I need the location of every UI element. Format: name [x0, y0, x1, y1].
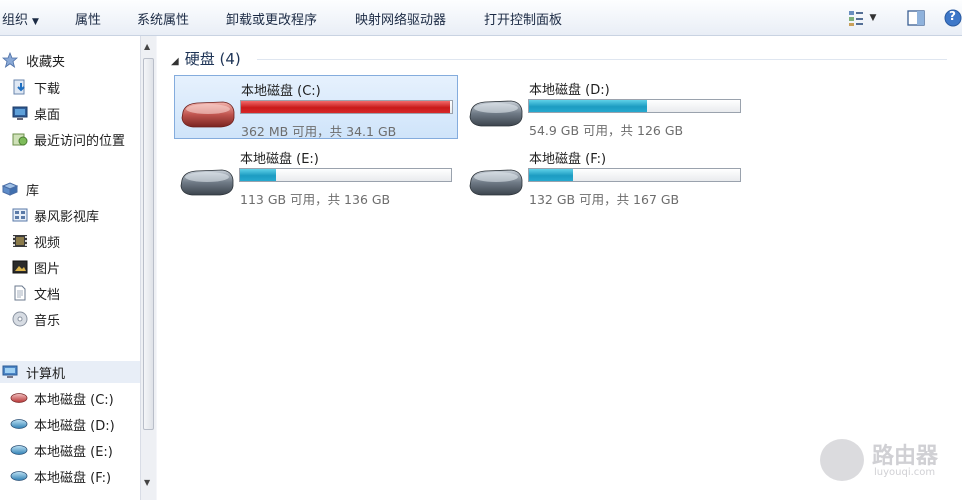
hard-drive-icon: [10, 445, 28, 455]
sidebar-item-computer[interactable]: 计算机: [0, 361, 140, 383]
download-icon: [13, 79, 25, 95]
sidebar-item-drive-d[interactable]: 本地磁盘 (D:): [0, 413, 140, 435]
recent-places-icon: [12, 133, 28, 146]
drive-free-space: 132 GB 可用，共 167 GB: [529, 192, 680, 207]
chevron-down-icon: ▼: [869, 13, 877, 23]
sidebar-item-storm-library[interactable]: 暴风影视库: [0, 204, 140, 226]
sidebar-item-label: 本地磁盘 (D:): [34, 418, 115, 434]
hard-drive-icon: [10, 419, 28, 429]
help-glyph: ?: [949, 9, 956, 23]
sidebar-item-documents[interactable]: 文档: [0, 282, 140, 304]
drive-free-space: 362 MB 可用，共 34.1 GB: [241, 124, 397, 139]
sidebar-item-label: 文档: [34, 287, 61, 303]
sidebar-item-label: 本地磁盘 (E:): [34, 444, 113, 460]
drive-usage-fill: [529, 169, 574, 181]
sidebar-item-label: 桌面: [34, 107, 61, 123]
view-icon: [848, 11, 863, 26]
drive-name: 本地磁盘 (C:): [241, 84, 321, 99]
sidebar-item-pictures[interactable]: 图片: [0, 256, 140, 278]
drive-tile-f[interactable]: 本地磁盘 (F:) 132 GB 可用，共 167 GB: [463, 144, 747, 208]
drive-usage-bar: [528, 99, 741, 113]
watermark-url: luyouqi.com: [874, 467, 936, 478]
group-divider: [257, 59, 947, 60]
system-properties-button[interactable]: 系统属性: [137, 9, 189, 28]
drive-usage-bar: [528, 168, 741, 182]
drive-usage-fill: [529, 100, 648, 112]
star-icon: [2, 52, 18, 68]
sidebar-item-downloads[interactable]: 下载: [0, 76, 140, 98]
sidebar-item-videos[interactable]: 视频: [0, 230, 140, 252]
scroll-down-icon[interactable]: ▼: [144, 478, 150, 487]
hard-drive-icon: [469, 100, 523, 127]
properties-button[interactable]: 属性: [75, 9, 101, 28]
help-button[interactable]: ?: [944, 7, 962, 29]
sidebar-item-label: 暴风影视库: [34, 209, 100, 225]
computer-icon: [2, 365, 18, 378]
preview-pane-button[interactable]: [903, 7, 929, 29]
video-icon: [13, 235, 27, 247]
watermark-title: 路由器: [872, 444, 939, 469]
drive-group-header[interactable]: ◢ 硬盘 (4): [171, 48, 241, 69]
sidebar-item-recent[interactable]: 最近访问的位置: [0, 128, 140, 150]
drive-tile-c[interactable]: 本地磁盘 (C:) 362 MB 可用，共 34.1 GB: [174, 75, 458, 139]
sidebar-item-music[interactable]: 音乐: [0, 308, 140, 330]
drive-name: 本地磁盘 (F:): [529, 152, 607, 167]
organize-label: 组织: [2, 13, 29, 28]
hard-drive-icon: [10, 393, 28, 403]
scrollbar-thumb[interactable]: [143, 58, 154, 430]
sidebar-item-label: 本地磁盘 (F:): [34, 470, 112, 486]
content-pane: ◢ 硬盘 (4) 本地磁盘 (C:) 362 MB 可用，共 34.1 GB 本地…: [157, 36, 962, 500]
drive-usage-bar: [239, 168, 452, 182]
sidebar-item-libraries[interactable]: 库: [0, 178, 140, 200]
sidebar-item-drive-c[interactable]: 本地磁盘 (C:): [0, 387, 140, 409]
drive-tile-d[interactable]: 本地磁盘 (D:) 54.9 GB 可用，共 126 GB: [463, 75, 747, 139]
sidebar-item-label: 收藏夹: [26, 54, 66, 70]
drive-tile-e[interactable]: 本地磁盘 (E:) 113 GB 可用，共 136 GB: [174, 144, 458, 208]
open-control-panel-button[interactable]: 打开控制面板: [484, 9, 562, 28]
map-network-drive-button[interactable]: 映射网络驱动器: [355, 9, 446, 28]
preview-pane-icon: [907, 10, 925, 26]
sidebar-item-drive-f[interactable]: 本地磁盘 (F:): [0, 465, 140, 487]
sidebar-item-desktop[interactable]: 桌面: [0, 102, 140, 124]
sidebar-item-drive-e[interactable]: 本地磁盘 (E:): [0, 439, 140, 461]
media-library-icon: [12, 208, 28, 222]
sidebar-item-favorites[interactable]: 收藏夹: [0, 49, 140, 71]
sidebar-item-label: 视频: [34, 235, 61, 251]
sidebar-item-label: 本地磁盘 (C:): [34, 392, 114, 408]
uninstall-program-button[interactable]: 卸载或更改程序: [226, 9, 317, 28]
drive-name: 本地磁盘 (D:): [529, 83, 610, 98]
navigation-pane: 收藏夹 下载 桌面 最近访问的位置 库 暴风影视库 视频 图片 文档 音乐 计算…: [0, 36, 140, 500]
hard-drive-icon: [180, 169, 234, 196]
watermark: 路由器 luyouqi.com: [820, 437, 955, 483]
drive-usage-fill: [240, 169, 276, 181]
organize-menu[interactable]: 组织 ▼: [2, 9, 39, 28]
router-logo-icon: [820, 439, 864, 481]
hard-drive-icon: [181, 101, 235, 128]
view-options-button[interactable]: ▼: [842, 7, 882, 29]
drive-usage-bar: [240, 100, 453, 114]
sidebar-item-label: 库: [26, 183, 40, 199]
navigation-scrollbar[interactable]: ▲ ▼: [140, 36, 156, 500]
sidebar-item-label: 图片: [34, 261, 61, 277]
chevron-down-icon: ▼: [32, 17, 39, 27]
drive-free-space: 113 GB 可用，共 136 GB: [240, 192, 391, 207]
scroll-up-icon[interactable]: ▲: [144, 42, 150, 51]
document-icon: [14, 285, 26, 301]
drive-usage-fill: [241, 101, 450, 113]
hard-drive-icon: [469, 169, 523, 196]
sidebar-item-label: 计算机: [26, 366, 66, 382]
drive-free-space: 54.9 GB 可用，共 126 GB: [529, 123, 684, 138]
sidebar-item-label: 下载: [34, 81, 61, 97]
command-bar: 组织 ▼ 属性 系统属性 卸载或更改程序 映射网络驱动器 打开控制面板 ▼ ?: [0, 0, 962, 36]
music-icon: [12, 311, 28, 327]
sidebar-item-label: 最近访问的位置: [34, 133, 126, 149]
group-title: 硬盘 (4): [184, 50, 241, 68]
collapse-triangle-icon: ◢: [171, 56, 179, 67]
desktop-icon: [12, 106, 28, 120]
hard-drive-icon: [10, 471, 28, 481]
picture-icon: [12, 260, 28, 274]
sidebar-item-label: 音乐: [34, 313, 61, 329]
library-icon: [2, 182, 18, 196]
drive-name: 本地磁盘 (E:): [240, 152, 319, 167]
